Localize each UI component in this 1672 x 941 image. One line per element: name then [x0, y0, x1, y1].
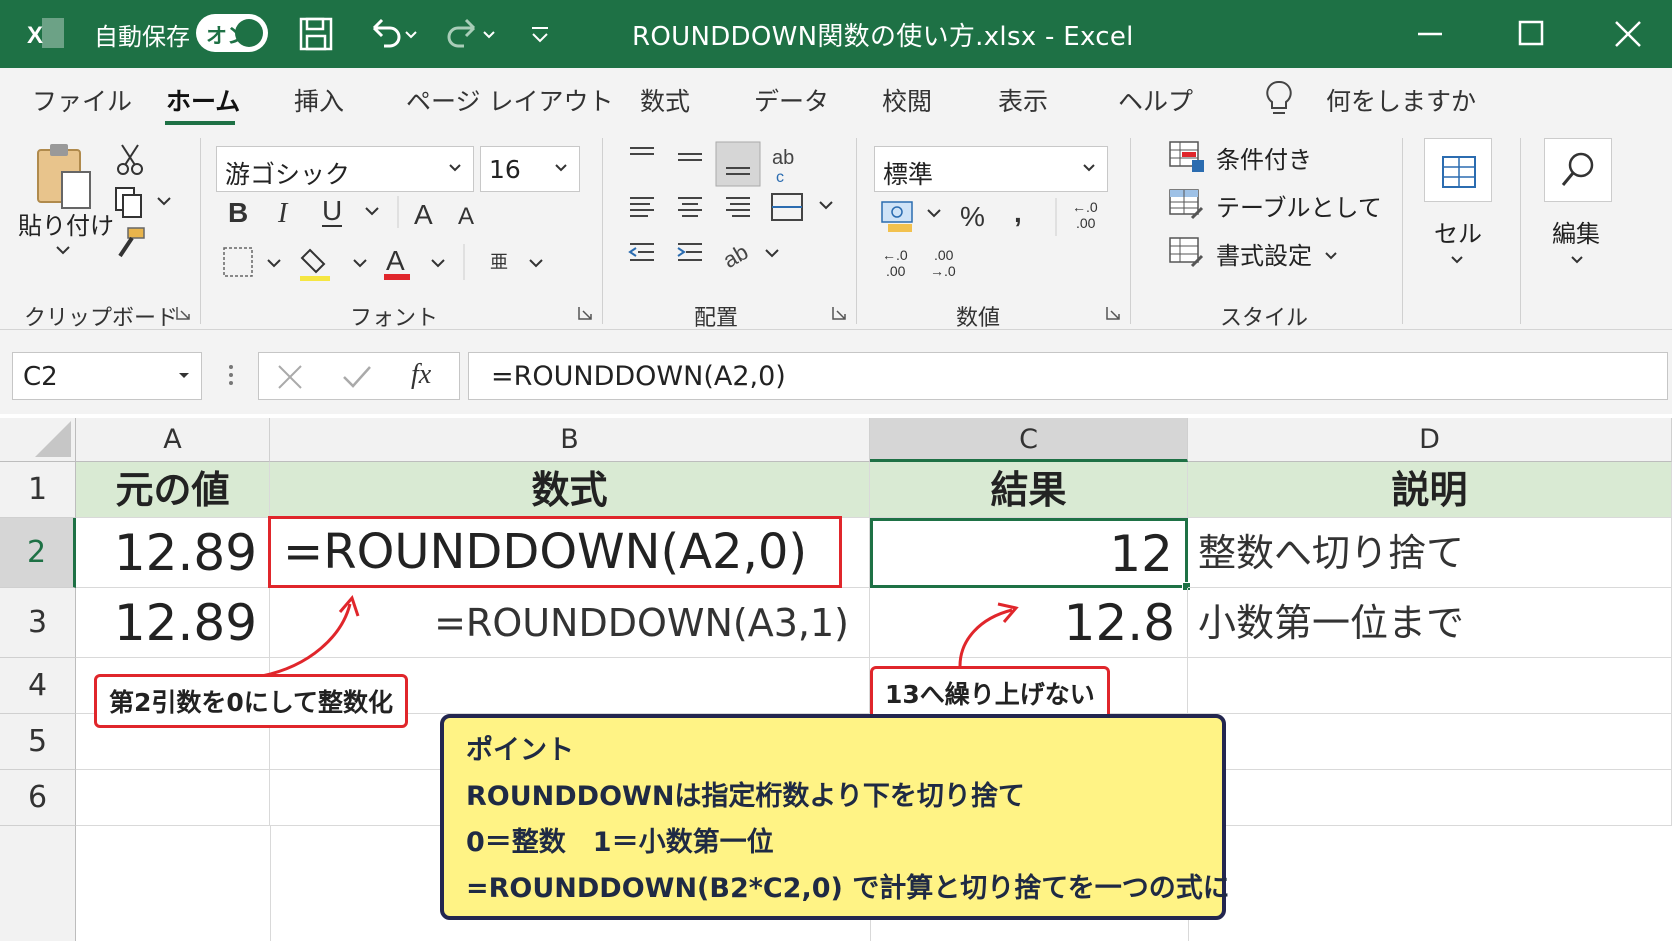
point-box: ポイント ROUNDDOWNは指定桁数より下を切り捨て 0＝整数 1＝小数第一位…: [440, 714, 1230, 920]
point-line-1: ROUNDDOWNは指定桁数より下を切り捨て: [466, 781, 1025, 812]
callout-left: 第2引数を0にして整数化: [94, 674, 409, 728]
point-line-2: 0＝整数 1＝小数第一位: [466, 827, 774, 858]
point-line-3: =ROUNDDOWN(B2*C2,0) で計算と切り捨てを一つの式に: [466, 873, 1230, 904]
point-title: ポイント: [466, 735, 574, 766]
callout-right: 13へ繰り上げない: [870, 666, 1110, 720]
